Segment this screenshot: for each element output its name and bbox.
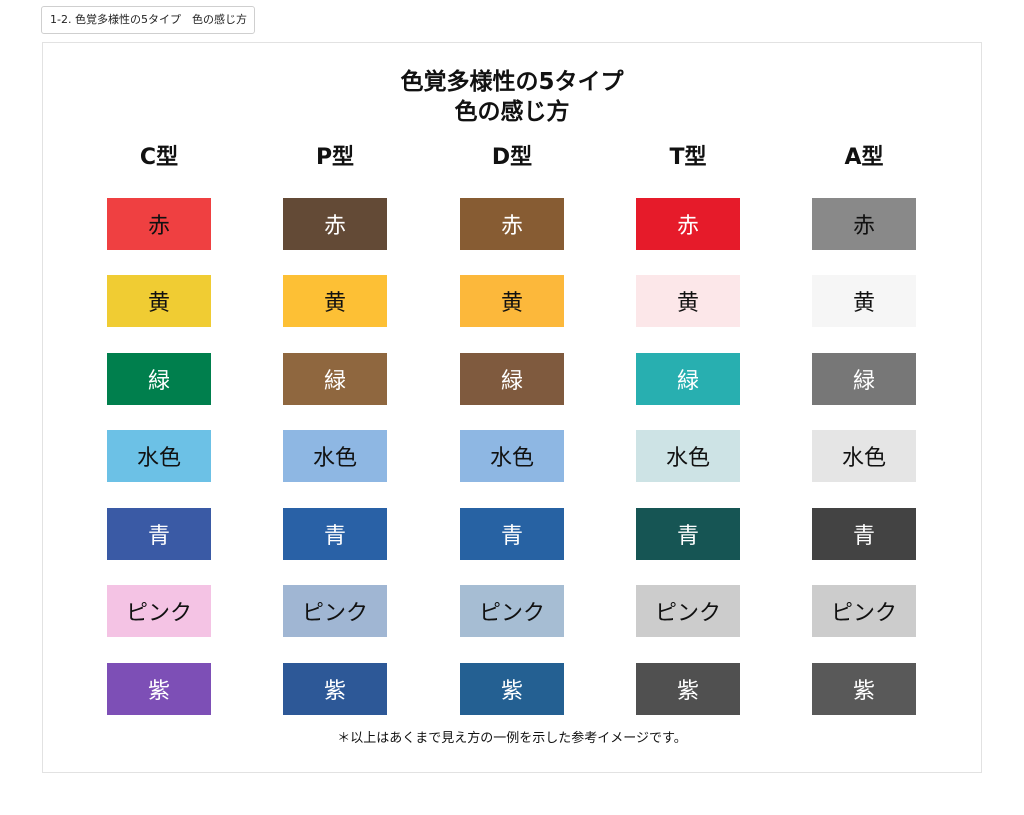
swatch-c-pink: ピンク: [107, 585, 211, 637]
swatch-a-purple: 紫: [812, 663, 916, 715]
column-header-p: P型: [315, 145, 355, 170]
swatch-a-yellow: 黄: [812, 275, 916, 327]
swatch-c-blue: 青: [107, 508, 211, 560]
swatch-d-light-blue: 水色: [460, 430, 564, 482]
swatch-d-green: 緑: [460, 353, 564, 405]
swatch-d-yellow: 黄: [460, 275, 564, 327]
swatch-p-pink: ピンク: [283, 585, 387, 637]
swatch-c-light-blue: 水色: [107, 430, 211, 482]
swatch-d-pink: ピンク: [460, 585, 564, 637]
column-header-d: D型: [491, 145, 533, 170]
swatch-c-purple: 紫: [107, 663, 211, 715]
swatch-t-green: 緑: [636, 353, 740, 405]
section-tab[interactable]: 1-2. 色覚多様性の5タイプ 色の感じ方: [41, 6, 255, 34]
column-header-t: T型: [669, 145, 707, 170]
swatch-t-blue: 青: [636, 508, 740, 560]
swatch-t-pink: ピンク: [636, 585, 740, 637]
column-header-c: C型: [139, 145, 179, 170]
swatch-c-red: 赤: [107, 198, 211, 250]
swatch-p-purple: 紫: [283, 663, 387, 715]
swatch-p-red: 赤: [283, 198, 387, 250]
color-vision-diagram: 色覚多様性の5タイプ 色の感じ方 ＊以上はあくまで見え方の一例を示した参考イメー…: [42, 42, 982, 773]
swatch-p-light-blue: 水色: [283, 430, 387, 482]
swatch-p-green: 緑: [283, 353, 387, 405]
swatch-c-green: 緑: [107, 353, 211, 405]
swatch-a-red: 赤: [812, 198, 916, 250]
swatch-a-pink: ピンク: [812, 585, 916, 637]
swatch-a-blue: 青: [812, 508, 916, 560]
swatch-t-light-blue: 水色: [636, 430, 740, 482]
diagram-title-line2: 色の感じ方: [454, 99, 570, 125]
swatch-c-yellow: 黄: [107, 275, 211, 327]
swatch-a-green: 緑: [812, 353, 916, 405]
swatch-a-light-blue: 水色: [812, 430, 916, 482]
swatch-d-purple: 紫: [460, 663, 564, 715]
swatch-t-red: 赤: [636, 198, 740, 250]
swatch-d-blue: 青: [460, 508, 564, 560]
diagram-title-line1: 色覚多様性の5タイプ: [400, 69, 624, 95]
footnote: ＊以上はあくまで見え方の一例を示した参考イメージです。: [337, 731, 687, 746]
column-header-a: A型: [844, 145, 884, 170]
swatch-p-yellow: 黄: [283, 275, 387, 327]
swatch-d-red: 赤: [460, 198, 564, 250]
swatch-p-blue: 青: [283, 508, 387, 560]
swatch-t-yellow: 黄: [636, 275, 740, 327]
swatch-t-purple: 紫: [636, 663, 740, 715]
